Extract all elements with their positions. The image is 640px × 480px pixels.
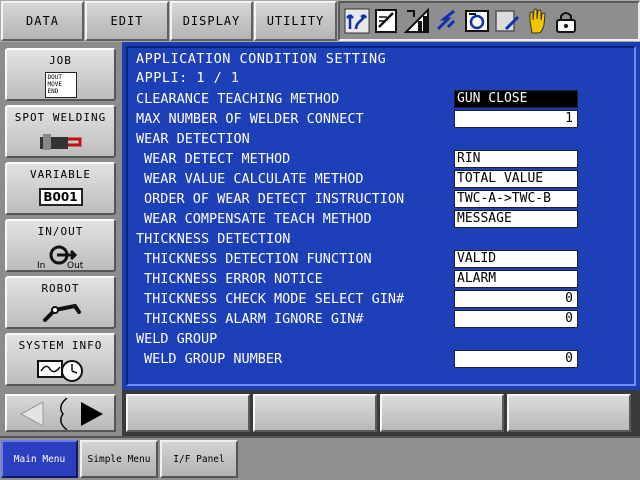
welding-gun-icon [39, 134, 81, 150]
bottom-tab-bar: Main Menu Simple Menu I/F Panel [0, 436, 640, 480]
left-panel: JOB DOUT MOVE END SPOT WELDING VARIABLE … [0, 42, 122, 436]
menu-edit-button[interactable]: EDIT [85, 1, 169, 41]
setting-label-wear-compensate-teach-method: WEAR COMPENSATE TEACH METHOD [144, 211, 372, 227]
menu-data-button[interactable]: DATA [1, 1, 84, 41]
page-title: APPLICATION CONDITION SETTING [136, 51, 387, 67]
page-nav [5, 394, 116, 432]
setting-label-order-of-wear-detect-instruction: ORDER OF WEAR DETECT INSTRUCTION [144, 191, 405, 207]
sidebar-item-label: IN/OUT [37, 225, 84, 238]
sidebar-item-in-out[interactable]: IN/OUT In Out [5, 219, 116, 272]
function-key-1[interactable] [126, 394, 250, 432]
page-back-icon[interactable] [17, 400, 49, 428]
job-document-icon: DOUT MOVE END [44, 72, 77, 98]
field-thickness-alarm-ignore-gin[interactable]: 0 [454, 310, 578, 328]
setting-label-weld-group-number: WELD GROUP NUMBER [144, 351, 283, 367]
setting-label-clearance-teaching-method: CLEARANCE TEACHING METHOD [136, 91, 340, 107]
sidebar-item-label: VARIABLE [30, 168, 91, 181]
servo-status-icon [436, 9, 456, 31]
field-weld-group-number[interactable]: 0 [454, 350, 578, 368]
sidebar-item-label: JOB [49, 54, 72, 67]
function-key-3[interactable] [380, 394, 504, 432]
field-max-number-of-welder-connect[interactable]: 1 [454, 110, 578, 128]
application-condition-panel: APPLICATION CONDITION SETTING APPLI: 1 /… [126, 46, 636, 386]
manual-hold-icon [529, 8, 546, 34]
teach-mode-icon [375, 9, 397, 33]
top-menu-bar: DATA EDIT DISPLAY UTILITY [0, 0, 640, 42]
coordinate-system-icon [344, 8, 370, 34]
sidebar-item-label: ROBOT [41, 282, 80, 295]
setting-label-thickness-detection-function: THICKNESS DETECTION FUNCTION [144, 251, 372, 267]
out-label: Out [67, 261, 84, 271]
tab-simple-menu[interactable]: Simple Menu [80, 440, 158, 478]
function-key-2[interactable] [253, 394, 377, 432]
field-clearance-teaching-method[interactable]: GUN CLOSE [454, 90, 578, 108]
setting-label-max-number-of-welder-connect: MAX NUMBER OF WELDER CONNECT [136, 111, 364, 127]
page-forward-icon[interactable] [75, 400, 107, 428]
status-icon-bar [338, 1, 640, 41]
robot-arm-icon [42, 303, 81, 322]
job-edit-icon [495, 10, 520, 32]
cycle-mode-icon [465, 10, 489, 32]
field-thickness-error-notice[interactable]: ALARM [454, 270, 578, 288]
section-header-thickness-detection: THICKNESS DETECTION [136, 231, 291, 247]
variable-badge: B001 [38, 188, 83, 206]
setting-label-wear-value-calculate-method: WEAR VALUE CALCULATE METHOD [144, 171, 364, 187]
setting-label-thickness-error-notice: THICKNESS ERROR NOTICE [144, 271, 323, 287]
nav-separator-icon [60, 398, 68, 430]
setting-label-thickness-check-mode-select-gin: THICKNESS CHECK MODE SELECT GIN# [144, 291, 405, 307]
sidebar-item-label: SPOT WELDING [14, 111, 107, 124]
sidebar-item-variable[interactable]: VARIABLE B001 [5, 162, 116, 215]
setting-label-thickness-alarm-ignore-gin: THICKNESS ALARM IGNORE GIN# [144, 311, 364, 327]
sidebar-item-robot[interactable]: ROBOT [5, 276, 116, 329]
menu-display-button[interactable]: DISPLAY [170, 1, 253, 41]
tab-main-menu[interactable]: Main Menu [1, 440, 78, 478]
menu-utility-button[interactable]: UTILITY [254, 1, 337, 41]
field-order-of-wear-detect-instruction[interactable]: TWC-A->TWC-B [454, 190, 578, 208]
sidebar-item-label: SYSTEM INFO [18, 339, 103, 352]
system-info-icon [36, 360, 83, 382]
main-screen: APPLICATION CONDITION SETTING APPLI: 1 /… [122, 42, 640, 390]
function-key-4[interactable] [507, 394, 631, 432]
field-wear-value-calculate-method[interactable]: TOTAL VALUE [454, 170, 578, 188]
setting-label-wear-detect-method: WEAR DETECT METHOD [144, 151, 291, 167]
sidebar-item-spot-welding[interactable]: SPOT WELDING [5, 105, 116, 158]
section-header-wear-detection: WEAR DETECTION [136, 131, 250, 147]
sidebar-item-job[interactable]: JOB DOUT MOVE END [5, 48, 116, 101]
tab-if-panel[interactable]: I/F Panel [160, 440, 238, 478]
field-thickness-detection-function[interactable]: VALID [454, 250, 578, 268]
page-subtitle: APPLI: 1 / 1 [136, 70, 240, 86]
security-level-icon [556, 12, 576, 33]
section-header-weld-group: WELD GROUP [136, 331, 218, 347]
function-key-bar [122, 390, 640, 436]
field-wear-detect-method[interactable]: RIN [454, 150, 578, 168]
in-label: In [37, 261, 46, 271]
field-thickness-check-mode-select-gin[interactable]: 0 [454, 290, 578, 308]
speed-level-icon [404, 7, 429, 33]
sidebar-item-system-info[interactable]: SYSTEM INFO [5, 333, 116, 386]
field-wear-compensate-teach-method[interactable]: MESSAGE [454, 210, 578, 228]
